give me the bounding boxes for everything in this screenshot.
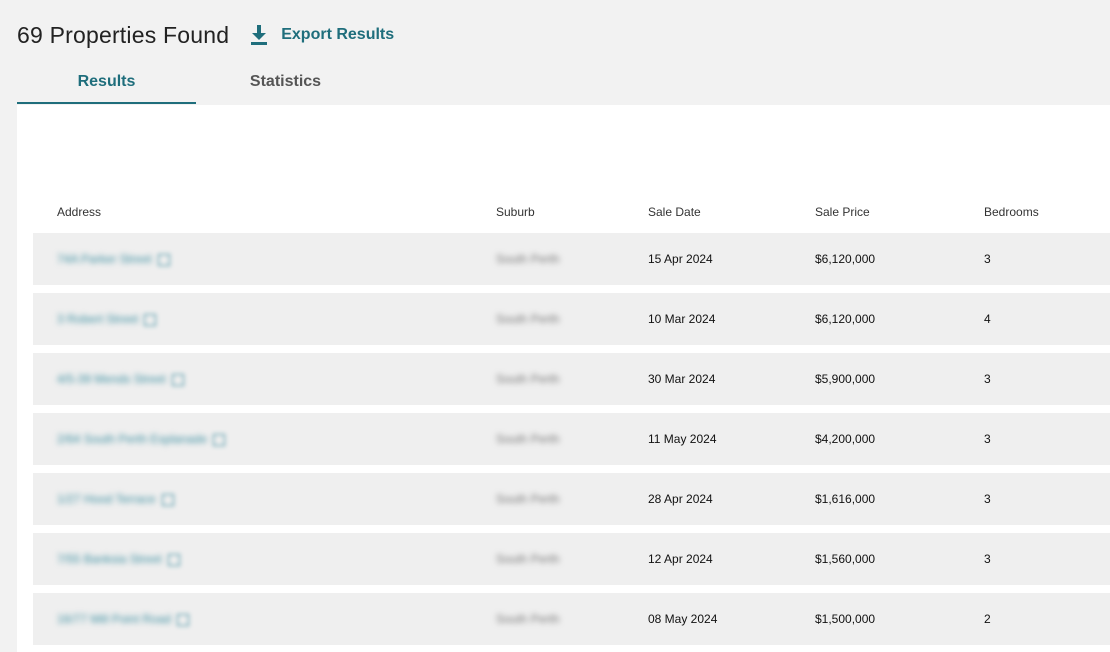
external-link-icon xyxy=(144,313,157,326)
external-link-icon xyxy=(171,373,184,386)
sale-price-cell: $1,560,000 xyxy=(815,552,876,566)
bedrooms-cell: 3 xyxy=(984,432,991,446)
tab-statistics[interactable]: Statistics xyxy=(196,66,375,104)
sale-date-cell: 08 May 2024 xyxy=(648,612,718,626)
column-header-sale-price[interactable]: Sale Price xyxy=(815,205,870,219)
sale-price-cell: $4,200,000 xyxy=(815,432,876,446)
sale-date-cell: 12 Apr 2024 xyxy=(648,552,713,566)
column-header-address[interactable]: Address xyxy=(57,205,101,219)
sale-price-cell: $6,120,000 xyxy=(815,252,876,266)
export-results-label: Export Results xyxy=(281,26,395,43)
table-row[interactable]: 3 Robert Street South Perth 10 Mar 2024 … xyxy=(33,293,1110,345)
table-header: Address Suburb Sale Date Sale Price Bedr… xyxy=(17,205,1110,221)
table-row[interactable]: 16/77 Mill Point Road South Perth 08 May… xyxy=(33,593,1110,645)
page-title: 69 Properties Found xyxy=(17,21,230,48)
table-row[interactable]: 2/64 South Perth Esplanade South Perth 1… xyxy=(33,413,1110,465)
export-results-button[interactable]: Export Results xyxy=(249,24,394,46)
suburb-cell: South Perth xyxy=(496,552,560,566)
suburb-cell: South Perth xyxy=(496,372,560,386)
sale-date-cell: 15 Apr 2024 xyxy=(648,252,713,266)
external-link-icon xyxy=(167,553,180,566)
sale-price-cell: $1,500,000 xyxy=(815,612,876,626)
external-link-icon xyxy=(157,253,170,266)
results-header: 69 Properties Found Export Results xyxy=(17,18,394,52)
sale-date-cell: 10 Mar 2024 xyxy=(648,312,716,326)
table-row[interactable]: 74A Parker Street South Perth 15 Apr 202… xyxy=(33,233,1110,285)
address-link[interactable]: 2/64 South Perth Esplanade xyxy=(57,432,226,446)
sale-price-cell: $1,616,000 xyxy=(815,492,876,506)
sale-price-cell: $6,120,000 xyxy=(815,312,876,326)
table-row[interactable]: 7/55 Banksia Street South Perth 12 Apr 2… xyxy=(33,533,1110,585)
external-link-icon xyxy=(161,493,174,506)
table-row[interactable]: 4/5-39 Mends Street South Perth 30 Mar 2… xyxy=(33,353,1110,405)
bedrooms-cell: 4 xyxy=(984,312,991,326)
sale-date-cell: 28 Apr 2024 xyxy=(648,492,713,506)
bedrooms-cell: 2 xyxy=(984,612,991,626)
address-link[interactable]: 16/77 Mill Point Road xyxy=(57,612,190,626)
sale-date-cell: 30 Mar 2024 xyxy=(648,372,716,386)
address-link[interactable]: 3 Robert Street xyxy=(57,312,157,326)
table-row[interactable]: 1/27 Hood Terrace South Perth 28 Apr 202… xyxy=(33,473,1110,525)
external-link-icon xyxy=(213,433,226,446)
suburb-cell: South Perth xyxy=(496,492,560,506)
tab-results[interactable]: Results xyxy=(17,66,196,104)
address-link[interactable]: 7/55 Banksia Street xyxy=(57,552,180,566)
sale-date-cell: 11 May 2024 xyxy=(648,432,717,446)
results-panel: Address Suburb Sale Date Sale Price Bedr… xyxy=(17,105,1110,652)
suburb-cell: South Perth xyxy=(496,432,560,446)
sale-price-cell: $5,900,000 xyxy=(815,372,876,386)
column-header-sale-date[interactable]: Sale Date xyxy=(648,205,701,219)
tab-bar: Results Statistics xyxy=(17,66,375,104)
address-link[interactable]: 1/27 Hood Terrace xyxy=(57,492,174,506)
address-link[interactable]: 74A Parker Street xyxy=(57,252,170,266)
column-header-bedrooms[interactable]: Bedrooms xyxy=(984,205,1039,219)
bedrooms-cell: 3 xyxy=(984,492,991,506)
bedrooms-cell: 3 xyxy=(984,252,991,266)
suburb-cell: South Perth xyxy=(496,312,560,326)
suburb-cell: South Perth xyxy=(496,252,560,266)
external-link-icon xyxy=(177,613,190,626)
address-link[interactable]: 4/5-39 Mends Street xyxy=(57,372,184,386)
download-icon xyxy=(251,25,268,45)
suburb-cell: South Perth xyxy=(496,612,560,626)
bedrooms-cell: 3 xyxy=(984,552,991,566)
bedrooms-cell: 3 xyxy=(984,372,991,386)
column-header-suburb[interactable]: Suburb xyxy=(496,205,535,219)
